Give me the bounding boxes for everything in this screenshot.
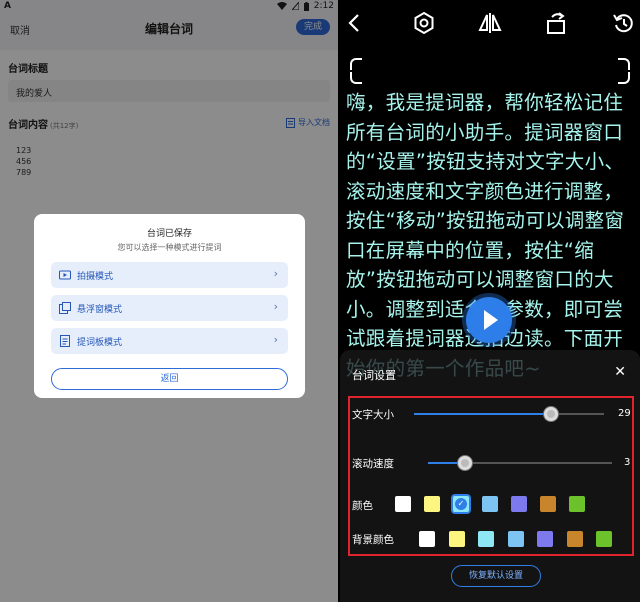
dialog-subtitle: 您可以选择一种模式进行提词	[117, 243, 222, 252]
chevron-right-icon: ›	[273, 300, 278, 313]
text-color-swatch[interactable]	[511, 496, 527, 512]
font-size-slider[interactable]	[414, 413, 604, 415]
floating-window-icon	[59, 302, 71, 314]
play-button[interactable]	[466, 297, 512, 343]
check-icon: ✓	[455, 498, 467, 510]
bg-color-swatch[interactable]	[478, 531, 494, 547]
scroll-speed-label: 滚动速度	[352, 458, 394, 470]
slider-knob[interactable]	[543, 407, 558, 421]
scroll-speed-slider[interactable]	[428, 462, 612, 464]
font-size-label: 文字大小	[352, 409, 394, 421]
document-icon	[60, 335, 70, 347]
text-color-swatch[interactable]	[569, 496, 585, 512]
settings-hex-icon[interactable]	[411, 10, 437, 36]
text-color-swatch[interactable]: ✓	[453, 496, 469, 512]
bg-color-swatch[interactable]	[566, 531, 583, 547]
slider-knob[interactable]	[457, 456, 472, 470]
dialog-title: 台词已保存	[146, 229, 192, 239]
bg-color-swatch[interactable]	[537, 531, 553, 547]
text-color-swatch[interactable]	[482, 496, 498, 512]
settings-title: 台词设置	[352, 369, 396, 382]
back-button[interactable]: 返回	[51, 368, 288, 390]
mode-board-button[interactable]: 提词板模式 ›	[51, 328, 288, 354]
text-color-swatch[interactable]	[424, 496, 440, 512]
teleprompter-screen: 嗨，我是提词器，帮你轻松记住所有台词的小助手。提词器窗口的“设置”按钮支持对文字…	[340, 0, 640, 602]
bg-color-swatch[interactable]	[507, 531, 524, 547]
scroll-speed-value: 3	[624, 457, 631, 468]
text-color-swatch[interactable]	[395, 496, 411, 512]
mode-label: 拍摄模式	[77, 272, 114, 282]
mode-shooting-button[interactable]: 拍摄模式 ›	[51, 262, 288, 288]
restore-defaults-button[interactable]: 恢复默认设置	[451, 565, 541, 587]
bg-color-swatch[interactable]	[419, 531, 435, 547]
text-color-swatch[interactable]	[540, 496, 556, 512]
move-handle-corner[interactable]	[350, 58, 362, 70]
reset-icon[interactable]	[611, 10, 637, 36]
chevron-right-icon: ›	[273, 333, 278, 346]
rotate-icon[interactable]	[544, 10, 570, 36]
text-color-label: 颜色	[352, 500, 373, 512]
resize-handle-corner[interactable]	[618, 72, 630, 84]
mode-label: 提词板模式	[77, 338, 123, 348]
mode-label: 悬浮窗模式	[77, 305, 123, 315]
saved-dialog: 台词已保存 您可以选择一种模式进行提词 拍摄模式 › 悬浮窗模式 › 提词板模式…	[34, 214, 305, 398]
move-handle-corner[interactable]	[618, 58, 630, 70]
script-settings-panel: 台词设置 ✕ 文字大小 29 滚动速度 3 颜色 ✓ 背景颜色 恢复默认设置	[340, 350, 640, 602]
font-size-value: 29	[618, 408, 631, 419]
resize-handle-corner[interactable]	[350, 72, 362, 84]
mirror-icon[interactable]	[477, 10, 503, 36]
bg-color-label: 背景颜色	[352, 534, 394, 546]
video-icon	[59, 270, 71, 280]
slider-fill	[414, 413, 551, 415]
mode-floating-button[interactable]: 悬浮窗模式 ›	[51, 295, 288, 321]
chevron-right-icon: ›	[273, 267, 278, 280]
bg-color-swatch[interactable]	[596, 531, 612, 547]
back-arrow-icon[interactable]	[342, 10, 368, 36]
edit-script-screen: A 2:12 取消 编辑台词 完成 台词标题 我的爱人 台词内容 (共12字) 导…	[0, 0, 338, 602]
bg-color-swatch[interactable]	[448, 531, 465, 547]
close-icon[interactable]: ✕	[614, 364, 626, 380]
